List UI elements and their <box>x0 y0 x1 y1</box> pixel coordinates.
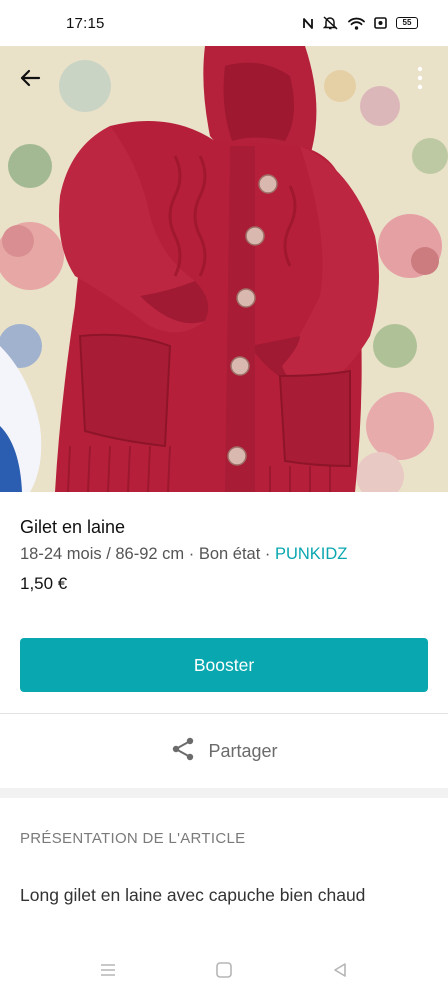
menu-icon[interactable] <box>94 956 122 984</box>
share-button[interactable]: Partager <box>0 714 448 788</box>
screen-record-icon <box>374 17 387 29</box>
boost-button[interactable]: Booster <box>20 638 428 692</box>
more-vertical-icon <box>417 65 423 96</box>
battery-icon: 55 <box>396 17 418 29</box>
share-icon <box>170 736 196 767</box>
item-brand-link[interactable]: PUNKIDZ <box>275 545 347 563</box>
description-heading: PRÉSENTATION DE L'ARTICLE <box>20 830 246 847</box>
status-bar: 17:15 55 <box>0 0 448 46</box>
home-icon[interactable] <box>210 956 238 984</box>
status-time: 17:15 <box>66 14 105 32</box>
share-label: Partager <box>208 740 278 761</box>
nfc-icon <box>302 17 314 30</box>
meta-separator: · <box>260 545 275 563</box>
item-meta: 18-24 mois / 86-92 cm · Bon état · PUNKI… <box>20 543 430 565</box>
section-separator <box>0 788 448 798</box>
product-photo[interactable] <box>0 46 448 492</box>
item-info: Gilet en laine 18-24 mois / 86-92 cm · B… <box>20 516 430 595</box>
more-options-button[interactable] <box>410 64 430 96</box>
item-price: 1,50 € <box>20 574 68 593</box>
arrow-left-icon <box>18 66 42 95</box>
meta-separator: · <box>184 545 199 563</box>
back-triangle-icon[interactable] <box>326 956 354 984</box>
mute-icon <box>323 16 339 30</box>
system-nav-bar <box>0 945 448 995</box>
item-size: 18-24 mois / 86-92 cm <box>20 545 185 563</box>
wifi-icon <box>348 17 365 30</box>
status-icons: 55 <box>302 16 418 30</box>
back-button[interactable] <box>14 64 46 96</box>
description-text: Long gilet en laine avec capuche bien ch… <box>20 885 366 905</box>
cardigan-image <box>0 46 448 492</box>
item-title: Gilet en laine <box>20 517 126 537</box>
item-condition: Bon état <box>198 545 261 563</box>
